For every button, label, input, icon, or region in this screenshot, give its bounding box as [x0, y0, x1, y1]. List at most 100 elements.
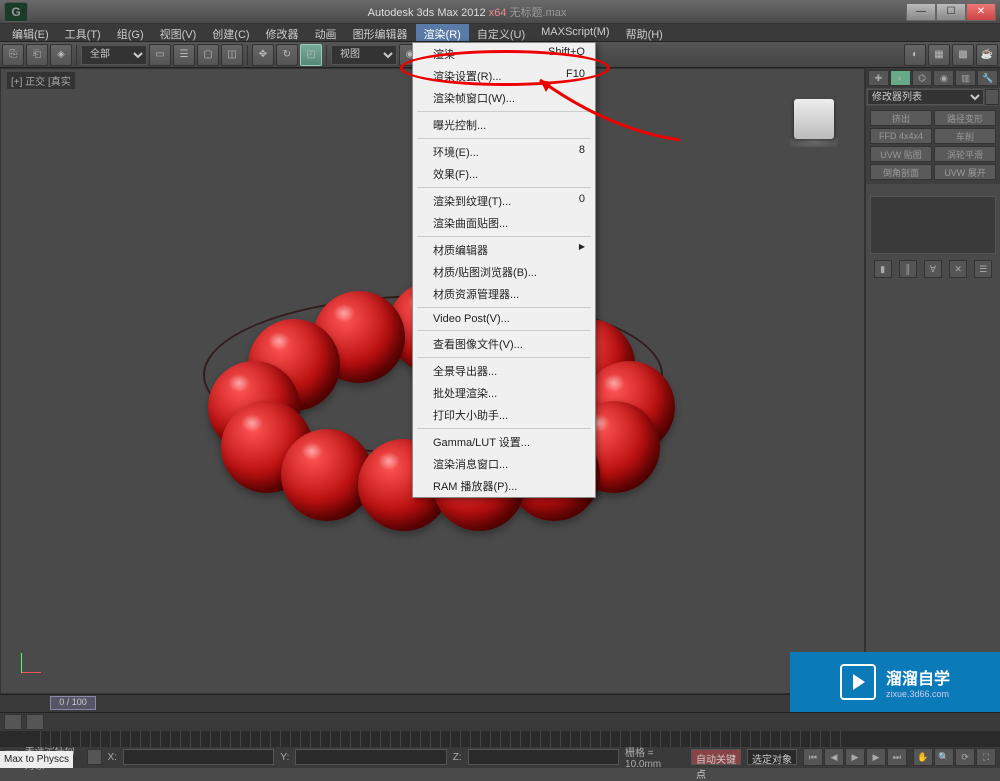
menu-material-editor-item[interactable]: 材质编辑器▶: [413, 239, 595, 261]
time-marker[interactable]: 0 / 100: [50, 696, 96, 710]
selection-filter[interactable]: 全部: [81, 45, 147, 65]
x-coord-input[interactable]: [123, 749, 274, 765]
selected-filter[interactable]: 选定对象: [747, 749, 797, 765]
rotate-icon[interactable]: ↻: [276, 44, 298, 66]
menu-panorama-item[interactable]: 全景导出器...: [413, 360, 595, 382]
menu-maxscript[interactable]: MAXScript(M): [533, 24, 617, 41]
menu-render-window-item[interactable]: 渲染帧窗口(W)...: [413, 87, 595, 109]
modifier-list[interactable]: 修改器列表: [867, 89, 984, 105]
viewport-label[interactable]: [+] 正交 [真实: [7, 72, 75, 89]
window-crossing-icon[interactable]: ◫: [221, 44, 243, 66]
menu-view-image-item[interactable]: 查看图像文件(V)...: [413, 333, 595, 355]
create-tab-icon[interactable]: ✚: [868, 70, 889, 86]
menu-render-item[interactable]: 渲染Shift+Q: [413, 43, 595, 65]
window-title: Autodesk 3ds Max 2012 x64 无标题.max: [28, 4, 906, 20]
menu-batch-render-item[interactable]: 批处理渲染...: [413, 382, 595, 404]
menu-material-browser-item[interactable]: 材质/贴图浏览器(B)...: [413, 261, 595, 283]
extrude-button[interactable]: 挤出: [870, 110, 932, 126]
hierarchy-tab-icon[interactable]: ⌬: [912, 70, 933, 86]
select-by-name-icon[interactable]: ☰: [173, 44, 195, 66]
menu-customize[interactable]: 自定义(U): [469, 24, 533, 41]
menu-render-texture-item[interactable]: 渲染到纹理(T)...0: [413, 190, 595, 212]
quick-render-icon[interactable]: ☕: [976, 44, 998, 66]
utility-tab-icon[interactable]: 🔧: [977, 70, 998, 86]
render-setup-icon[interactable]: ▦: [928, 44, 950, 66]
link-icon[interactable]: ⎘: [2, 44, 24, 66]
uvw-map-button[interactable]: UVW 贴图: [870, 146, 932, 162]
stack-show-icon[interactable]: ║: [899, 260, 917, 278]
curve-icon[interactable]: [26, 714, 44, 730]
bind-icon[interactable]: ◈: [50, 44, 72, 66]
unwrap-button[interactable]: UVW 展开: [934, 164, 996, 180]
unlink-icon[interactable]: ⎗: [26, 44, 48, 66]
play-icon[interactable]: ▶: [845, 748, 865, 766]
menu-render-msg-item[interactable]: 渲染消息窗口...: [413, 453, 595, 475]
menu-render-setup-item[interactable]: 渲染设置(R)...F10: [413, 65, 595, 87]
stack-pin-icon[interactable]: ▮: [874, 260, 892, 278]
motion-tab-icon[interactable]: ◉: [933, 70, 954, 86]
minimize-button[interactable]: —: [906, 3, 936, 21]
reference-coord[interactable]: 视图: [331, 45, 397, 65]
modify-tab-icon[interactable]: ◐: [890, 70, 911, 86]
y-coord-input[interactable]: [295, 749, 446, 765]
playback-controls: ⏮ ◀ ▶ ▶ ⏭: [803, 748, 907, 766]
scale-icon[interactable]: ◰: [300, 44, 322, 66]
maximize-button[interactable]: ☐: [936, 3, 966, 21]
bevel-button[interactable]: 倒角剖面: [870, 164, 932, 180]
prev-frame-icon[interactable]: ◀: [824, 748, 844, 766]
menu-render[interactable]: 渲染(R): [416, 24, 469, 41]
pan-icon[interactable]: ✋: [913, 748, 933, 766]
stack-remove-icon[interactable]: ✕: [949, 260, 967, 278]
menu-effects-item[interactable]: 效果(F)...: [413, 163, 595, 185]
goto-end-icon[interactable]: ⏭: [887, 748, 907, 766]
menu-edit[interactable]: 编辑(E): [4, 24, 57, 41]
menu-animation[interactable]: 动画: [307, 24, 345, 41]
z-coord-input[interactable]: [468, 749, 619, 765]
menu-environment-item[interactable]: 环境(E)...8: [413, 141, 595, 163]
render-menu-dropdown: 渲染Shift+Q 渲染设置(R)...F10 渲染帧窗口(W)... 曝光控制…: [412, 42, 596, 498]
menu-view[interactable]: 视图(V): [152, 24, 205, 41]
select-region-icon[interactable]: ▢: [197, 44, 219, 66]
trackbar-icon[interactable]: [4, 714, 22, 730]
menu-group[interactable]: 组(G): [109, 24, 152, 41]
pin-icon[interactable]: [985, 89, 999, 105]
menu-create[interactable]: 创建(C): [204, 24, 257, 41]
menu-exposure-item[interactable]: 曝光控制...: [413, 114, 595, 136]
menu-video-post-item[interactable]: Video Post(V)...: [413, 310, 595, 328]
lathe-button[interactable]: 车削: [934, 128, 996, 144]
path-deform-button[interactable]: 路径变形: [934, 110, 996, 126]
window-controls: — ☐ ✕: [906, 3, 996, 21]
max-viewport-icon[interactable]: ⛶: [976, 748, 996, 766]
watermark-brand: 溜溜自学: [886, 671, 950, 688]
display-tab-icon[interactable]: ▥: [955, 70, 976, 86]
goto-start-icon[interactable]: ⏮: [803, 748, 823, 766]
viewcube[interactable]: [784, 89, 844, 149]
ffd-button[interactable]: FFD 4x4x4: [870, 128, 932, 144]
render-frame-icon[interactable]: ▩: [952, 44, 974, 66]
script-output: Max to Physcs: [0, 751, 73, 768]
orbit-icon[interactable]: ⟳: [955, 748, 975, 766]
menu-modifier[interactable]: 修改器: [258, 24, 307, 41]
select-icon[interactable]: ▭: [149, 44, 171, 66]
close-button[interactable]: ✕: [966, 3, 996, 21]
material-editor-icon[interactable]: ◐: [904, 44, 926, 66]
menu-graph[interactable]: 图形编辑器: [345, 24, 416, 41]
menu-tools[interactable]: 工具(T): [57, 24, 109, 41]
modifier-stack[interactable]: [870, 196, 996, 254]
menu-ram-player-item[interactable]: RAM 播放器(P)...: [413, 475, 595, 497]
menu-help[interactable]: 帮助(H): [618, 24, 671, 41]
trackbar[interactable]: [0, 731, 1000, 747]
menu-gamma-item[interactable]: Gamma/LUT 设置...: [413, 431, 595, 453]
move-icon[interactable]: ✥: [252, 44, 274, 66]
menu-print-size-item[interactable]: 打印大小助手...: [413, 404, 595, 426]
stack-result-icon[interactable]: ∀: [924, 260, 942, 278]
zoom-icon[interactable]: 🔍: [934, 748, 954, 766]
menu-material-manager-item[interactable]: 材质资源管理器...: [413, 283, 595, 305]
menu-render-surface-item[interactable]: 渲染曲面贴图...: [413, 212, 595, 234]
next-frame-icon[interactable]: ▶: [866, 748, 886, 766]
auto-key-button[interactable]: 自动关键点: [691, 749, 741, 765]
lock-sel-icon[interactable]: [87, 749, 102, 765]
status-area: 未选定任何对象 X: Y: Z: 栅格 = 10.0mm 自动关键点 选定对象 …: [0, 712, 1000, 768]
turbosmooth-button[interactable]: 涡轮平滑: [934, 146, 996, 162]
stack-config-icon[interactable]: ☰: [974, 260, 992, 278]
